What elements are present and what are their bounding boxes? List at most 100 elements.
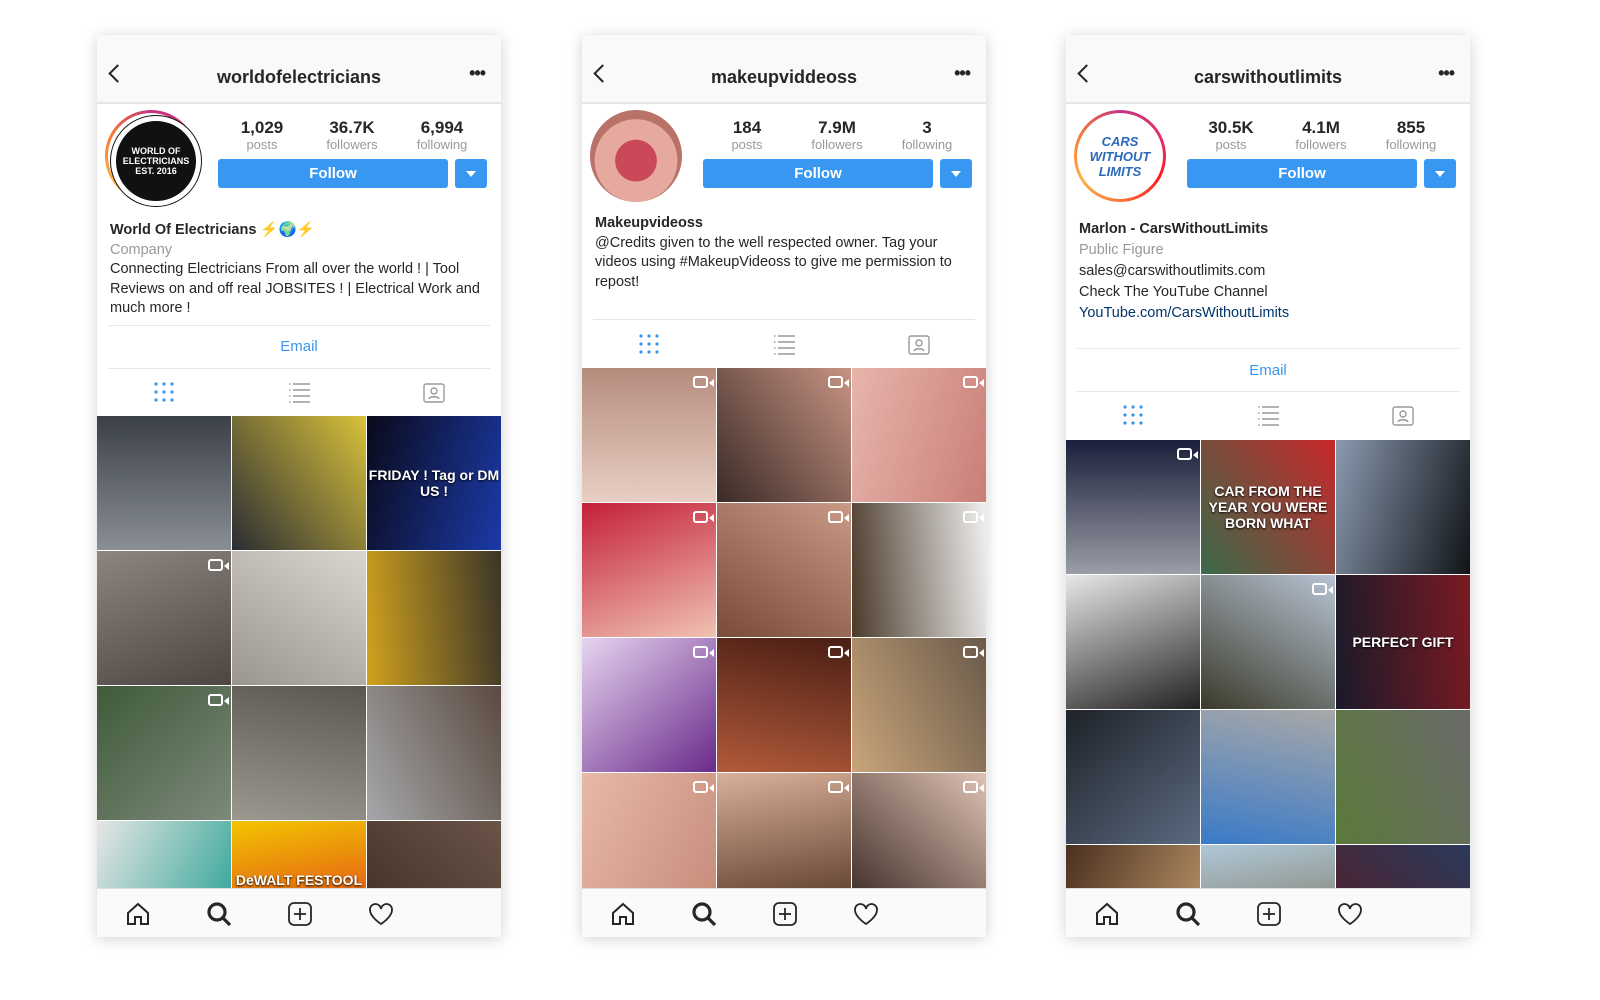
divider bbox=[1077, 348, 1459, 349]
tab-list-icon[interactable] bbox=[1256, 404, 1280, 426]
follow-button[interactable]: Follow bbox=[703, 159, 933, 188]
nav-search[interactable] bbox=[206, 901, 232, 927]
bio-text: @Credits given to the well respected own… bbox=[595, 234, 952, 290]
post-thumbnail[interactable] bbox=[1066, 710, 1200, 844]
post-thumbnail[interactable] bbox=[1336, 710, 1470, 844]
post-thumbnail[interactable] bbox=[582, 773, 716, 907]
stat-posts[interactable]: 1,029 posts bbox=[217, 118, 307, 153]
post-thumbnail[interactable] bbox=[582, 368, 716, 502]
post-thumbnail[interactable] bbox=[852, 773, 986, 907]
divider bbox=[108, 325, 490, 326]
stat-followers[interactable]: 7.9M followers bbox=[792, 119, 882, 153]
heart-icon bbox=[1338, 903, 1362, 926]
post-thumbnail[interactable] bbox=[97, 551, 231, 685]
header: carswithoutlimits ••• bbox=[1066, 35, 1470, 104]
post-thumbnail[interactable] bbox=[367, 551, 501, 685]
nav-heart[interactable] bbox=[853, 901, 879, 927]
post-thumbnail[interactable] bbox=[852, 638, 986, 772]
heart-icon bbox=[369, 903, 393, 926]
stat-value: 1,029 bbox=[240, 118, 284, 137]
nav-add-post[interactable] bbox=[772, 901, 798, 927]
profile-avatar[interactable] bbox=[590, 110, 682, 202]
avatar-frame: CARS WITHOUT LIMITS bbox=[1077, 113, 1163, 199]
header: worldofelectricians ••• bbox=[97, 35, 501, 104]
nav-home[interactable] bbox=[125, 901, 151, 927]
post-thumbnail[interactable] bbox=[1201, 710, 1335, 844]
nav-home[interactable] bbox=[610, 901, 636, 927]
suggestions-dropdown-button[interactable] bbox=[1424, 159, 1456, 188]
post-thumbnail[interactable]: PERFECT GIFT bbox=[1336, 575, 1470, 709]
nav-add-post[interactable] bbox=[1256, 901, 1282, 927]
list-icon bbox=[1258, 406, 1279, 426]
stat-followers[interactable]: 36.7K followers bbox=[307, 119, 397, 153]
stat-following[interactable]: 6,994 following bbox=[397, 119, 487, 153]
profile-category: Company bbox=[110, 241, 173, 258]
suggestions-dropdown-button[interactable] bbox=[455, 159, 487, 188]
more-options-icon[interactable]: ••• bbox=[1438, 63, 1455, 84]
nav-heart[interactable] bbox=[368, 901, 394, 927]
post-thumbnail[interactable]: FRIDAY ! Tag or DM US ! bbox=[367, 416, 501, 550]
avatar-image: CARS WITHOUT LIMITS bbox=[1080, 116, 1160, 196]
post-thumbnail[interactable] bbox=[582, 503, 716, 637]
profile-avatar[interactable]: CARS WITHOUT LIMITS bbox=[1074, 110, 1166, 202]
profile-avatar[interactable]: WORLD OF ELECTRICIANS EST. 2016 bbox=[105, 110, 202, 207]
post-thumbnail[interactable] bbox=[582, 638, 716, 772]
tab-tagged-icon[interactable] bbox=[422, 381, 446, 403]
nav-add-post[interactable] bbox=[287, 901, 313, 927]
more-options-icon[interactable]: ••• bbox=[469, 63, 486, 84]
suggestions-dropdown-button[interactable] bbox=[940, 159, 972, 188]
stat-following[interactable]: 855 following bbox=[1366, 119, 1456, 153]
tab-list-icon[interactable] bbox=[287, 381, 311, 403]
email-button[interactable]: Email bbox=[97, 338, 501, 355]
nav-search[interactable] bbox=[1175, 901, 1201, 927]
display-name: World Of Electricians ⚡🌍⚡ bbox=[110, 222, 315, 238]
stat-label: following bbox=[1385, 137, 1437, 152]
stat-posts[interactable]: 30.5K posts bbox=[1186, 119, 1276, 153]
post-thumbnail[interactable] bbox=[717, 368, 851, 502]
add-post-icon bbox=[773, 902, 797, 926]
bio-text: Check The YouTube Channel bbox=[1079, 284, 1268, 300]
tab-grid-icon[interactable] bbox=[637, 333, 661, 355]
post-thumbnail[interactable] bbox=[717, 503, 851, 637]
post-thumbnail[interactable] bbox=[852, 503, 986, 637]
search-icon bbox=[207, 902, 232, 927]
post-thumbnail[interactable] bbox=[717, 638, 851, 772]
stat-following[interactable]: 3 following bbox=[882, 119, 972, 153]
post-thumbnail[interactable] bbox=[232, 551, 366, 685]
post-thumbnail[interactable]: CAR FROM THE YEAR YOU WERE BORN WHAT bbox=[1201, 440, 1335, 574]
follow-button[interactable]: Follow bbox=[218, 159, 448, 188]
more-options-icon[interactable]: ••• bbox=[954, 63, 971, 84]
tab-tagged-icon[interactable] bbox=[907, 333, 931, 355]
post-thumbnail[interactable] bbox=[1066, 575, 1200, 709]
post-thumbnail[interactable] bbox=[232, 686, 366, 820]
stat-posts[interactable]: 184 posts bbox=[702, 119, 792, 153]
post-thumbnail[interactable] bbox=[717, 773, 851, 907]
tab-grid-icon[interactable] bbox=[152, 381, 176, 403]
post-thumbnail[interactable] bbox=[97, 416, 231, 550]
grid-icon bbox=[1123, 405, 1143, 425]
tab-tagged-icon[interactable] bbox=[1391, 404, 1415, 426]
email-button[interactable]: Email bbox=[1066, 362, 1470, 379]
stat-followers[interactable]: 4.1M followers bbox=[1276, 119, 1366, 153]
divider bbox=[1077, 391, 1459, 392]
nav-heart[interactable] bbox=[1337, 901, 1363, 927]
stat-label: followers bbox=[811, 137, 863, 152]
post-thumbnail[interactable] bbox=[232, 416, 366, 550]
search-icon bbox=[692, 902, 717, 927]
bio-link[interactable]: YouTube.com/CarsWithoutLimits bbox=[1079, 303, 1457, 324]
profile-phone: worldofelectricians ••• WORLD OF ELECTRICI… bbox=[97, 35, 501, 937]
follow-button[interactable]: Follow bbox=[1187, 159, 1417, 188]
video-camera-icon bbox=[208, 559, 229, 571]
video-camera-icon bbox=[963, 646, 984, 658]
post-thumbnail[interactable] bbox=[1336, 440, 1470, 574]
tab-list-icon[interactable] bbox=[772, 333, 796, 355]
tab-grid-icon[interactable] bbox=[1121, 404, 1145, 426]
nav-home[interactable] bbox=[1094, 901, 1120, 927]
post-thumbnail[interactable] bbox=[367, 686, 501, 820]
post-thumbnail[interactable] bbox=[97, 686, 231, 820]
profile-bio: World Of Electricians ⚡🌍⚡ Company Connecti… bbox=[110, 221, 488, 319]
post-thumbnail[interactable] bbox=[852, 368, 986, 502]
post-thumbnail[interactable] bbox=[1066, 440, 1200, 574]
nav-search[interactable] bbox=[691, 901, 717, 927]
post-thumbnail[interactable] bbox=[1201, 575, 1335, 709]
